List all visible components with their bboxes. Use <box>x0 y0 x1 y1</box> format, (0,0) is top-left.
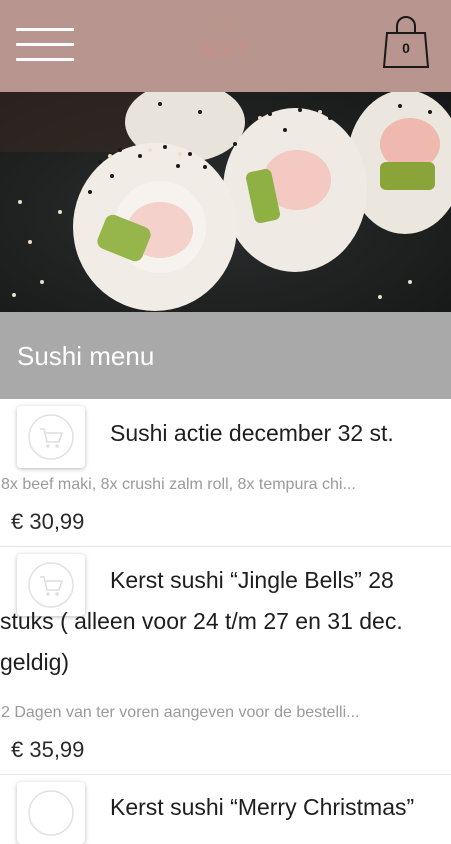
product-thumbnail[interactable] <box>17 406 85 468</box>
hero-image <box>0 92 451 312</box>
product-price: € 35,99 <box>11 737 85 762</box>
product-description: 2 Dagen van ter voren aangeven voor de b… <box>1 704 360 721</box>
section-title: Sushi menu <box>17 341 155 371</box>
section-header: Sushi menu <box>0 312 451 399</box>
shopping-cart-icon <box>28 414 74 460</box>
product-description: 8x beef maki, 8x crushi zalm roll, 8x te… <box>1 476 356 493</box>
product-item[interactable]: Kerst sushi “Merry Christmas” <box>0 775 451 844</box>
product-name[interactable]: Kerst sushi “Merry Christmas” <box>110 787 414 828</box>
product-item[interactable]: Sushi actie december 32 st. 8x beef maki… <box>0 399 451 547</box>
product-list: Sushi actie december 32 st. 8x beef maki… <box>0 399 451 844</box>
logo-text: MET <box>201 40 250 61</box>
hamburger-icon[interactable] <box>16 28 74 62</box>
product-name[interactable]: Sushi actie december 32 st. <box>110 413 394 454</box>
app-header: MET 0 <box>0 0 451 92</box>
product-thumbnail[interactable] <box>17 782 85 844</box>
product-name[interactable]: Kerst sushi “Jingle Bells” 28 stuks ( al… <box>0 560 451 683</box>
cart-button[interactable]: 0 <box>380 13 432 69</box>
shopping-cart-icon <box>28 790 74 836</box>
cart-count: 0 <box>402 40 410 56</box>
logo[interactable]: MET <box>196 22 256 68</box>
product-price: € 30,99 <box>11 509 85 534</box>
product-item[interactable]: Kerst sushi “Jingle Bells” 28 stuks ( al… <box>0 547 451 775</box>
